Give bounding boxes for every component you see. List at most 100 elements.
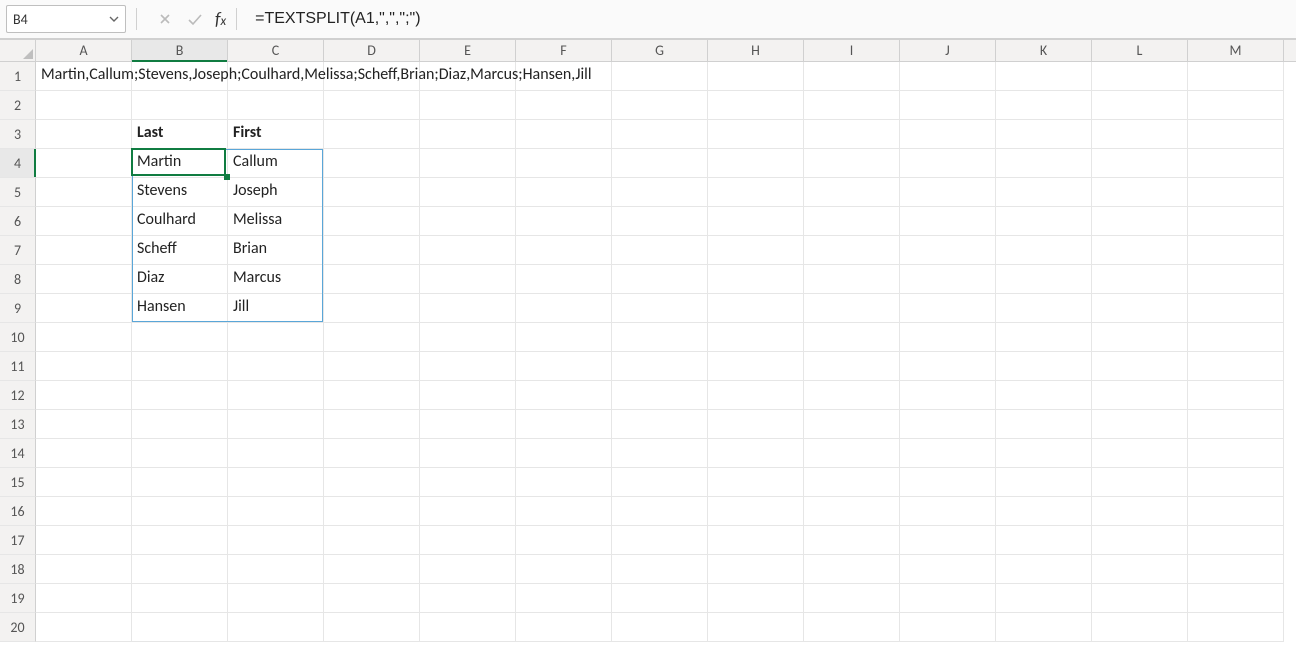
cell[interactable] [1092,381,1188,410]
cell[interactable] [708,555,804,584]
cell[interactable] [804,381,900,410]
cell[interactable] [996,555,1092,584]
cell[interactable] [1092,526,1188,555]
cell[interactable] [804,91,900,120]
row-header[interactable]: 9 [0,294,36,323]
cell[interactable] [516,526,612,555]
cell[interactable] [420,236,516,265]
cell[interactable] [804,236,900,265]
cell[interactable] [996,323,1092,352]
cell[interactable] [612,410,708,439]
cell[interactable] [1092,439,1188,468]
cell[interactable] [36,149,132,178]
cell[interactable] [996,207,1092,236]
cell[interactable] [516,410,612,439]
cell[interactable]: Melissa [228,207,324,236]
cell[interactable] [612,294,708,323]
cell[interactable] [516,468,612,497]
cell[interactable] [228,584,324,613]
row-header[interactable]: 11 [0,352,36,381]
cell[interactable] [132,613,228,642]
row-header[interactable]: 8 [0,265,36,294]
cell[interactable] [804,178,900,207]
cell[interactable]: Marcus [228,265,324,294]
cell[interactable] [996,236,1092,265]
cell[interactable] [900,613,996,642]
cell[interactable]: Hansen [132,294,228,323]
cell[interactable] [612,149,708,178]
cell[interactable] [1188,497,1284,526]
cell[interactable] [996,149,1092,178]
cell[interactable] [1188,613,1284,642]
cell[interactable] [132,439,228,468]
cell[interactable] [708,613,804,642]
cell[interactable] [324,439,420,468]
cell[interactable] [132,555,228,584]
cell[interactable] [996,91,1092,120]
cell[interactable] [228,91,324,120]
cell[interactable] [900,526,996,555]
cell[interactable]: Jill [228,294,324,323]
cell[interactable] [228,613,324,642]
cell[interactable] [324,555,420,584]
cell[interactable] [612,323,708,352]
cell[interactable] [1188,381,1284,410]
cell[interactable] [420,555,516,584]
cell[interactable] [1188,526,1284,555]
cell[interactable] [1092,613,1188,642]
cell[interactable] [516,120,612,149]
name-box[interactable]: B4 [6,5,126,33]
cell[interactable] [420,265,516,294]
cell[interactable] [36,323,132,352]
cell[interactable] [804,265,900,294]
cell[interactable] [324,526,420,555]
cell[interactable] [420,439,516,468]
cell[interactable] [996,120,1092,149]
cell[interactable] [804,526,900,555]
cell[interactable] [36,381,132,410]
cell[interactable] [708,62,804,91]
row-header[interactable]: 15 [0,468,36,497]
cell[interactable] [900,352,996,381]
cell[interactable] [324,352,420,381]
column-header[interactable]: I [804,40,900,61]
cell[interactable] [708,236,804,265]
cell[interactable] [516,584,612,613]
cell[interactable] [804,439,900,468]
row-header[interactable]: 6 [0,207,36,236]
cell[interactable] [996,265,1092,294]
cell[interactable] [996,381,1092,410]
cell[interactable] [324,178,420,207]
row-header[interactable]: 18 [0,555,36,584]
cell[interactable] [1092,410,1188,439]
cell[interactable] [708,120,804,149]
cell[interactable] [612,207,708,236]
cell[interactable]: Martin [132,149,228,178]
cell[interactable] [612,584,708,613]
cell[interactable] [804,149,900,178]
cell[interactable] [516,439,612,468]
cell[interactable]: Diaz [132,265,228,294]
cell[interactable] [516,497,612,526]
cell[interactable] [804,120,900,149]
cell[interactable] [1188,352,1284,381]
cell[interactable] [996,294,1092,323]
cell[interactable]: Callum [228,149,324,178]
cell[interactable] [708,207,804,236]
row-header[interactable]: 14 [0,439,36,468]
row-header[interactable]: 4 [0,149,36,178]
cell[interactable] [324,149,420,178]
cell[interactable] [804,352,900,381]
row-header[interactable]: 16 [0,497,36,526]
cell[interactable] [804,497,900,526]
insert-function-icon[interactable]: fx [215,8,226,30]
cell[interactable] [1188,265,1284,294]
cell[interactable] [324,207,420,236]
cell[interactable] [516,613,612,642]
cell[interactable] [612,613,708,642]
cell[interactable] [420,207,516,236]
cell[interactable] [708,265,804,294]
cell[interactable] [900,497,996,526]
cell[interactable] [708,149,804,178]
cell[interactable] [516,323,612,352]
